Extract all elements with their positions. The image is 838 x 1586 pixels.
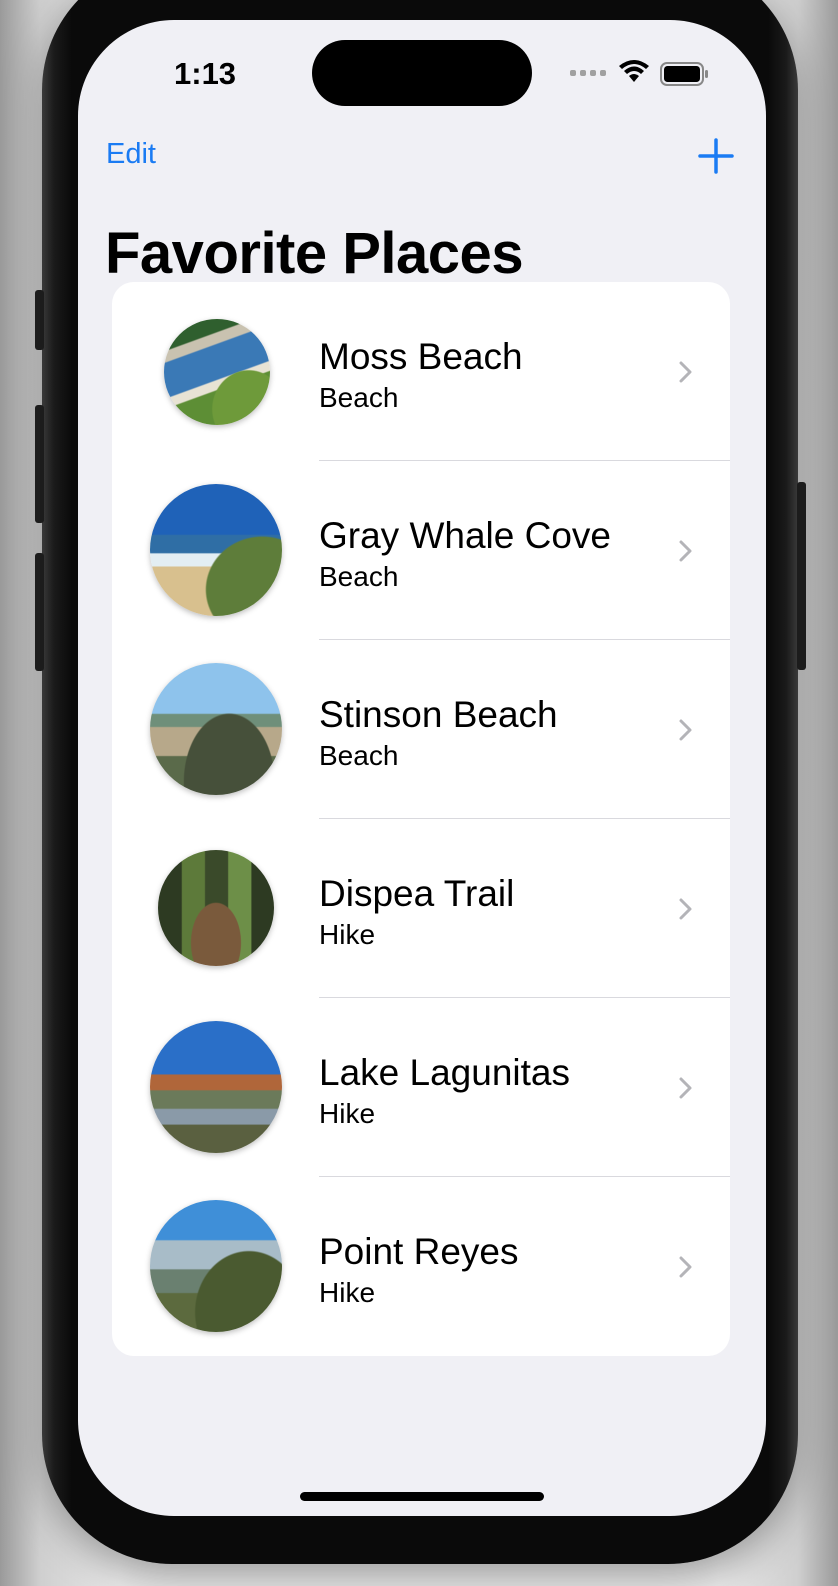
place-photo (150, 1200, 282, 1332)
dynamic-island (312, 40, 532, 106)
page-title: Favorite Places (105, 221, 524, 286)
place-photo (150, 1021, 282, 1153)
place-type: Hike (319, 919, 376, 950)
edit-button[interactable]: Edit (106, 138, 156, 171)
list-item[interactable]: Moss Beach Beach (112, 282, 730, 461)
plus-icon (698, 138, 734, 174)
volume-down-button (35, 553, 44, 671)
chevron-right-icon (679, 1256, 692, 1278)
place-name: Point Reyes (319, 1231, 519, 1272)
place-name: Stinson Beach (319, 694, 558, 735)
status-time: 1:13 (174, 56, 237, 91)
silent-switch (35, 290, 44, 350)
volume-up-button (35, 405, 44, 523)
power-button (797, 482, 806, 670)
place-name: Dispea Trail (319, 873, 515, 914)
home-indicator[interactable] (300, 1492, 544, 1501)
place-name: Lake Lagunitas (319, 1052, 570, 1093)
screen: 1:13 Edit Favorite Places Moss Beach Bea… (78, 20, 766, 1516)
list-item[interactable]: Gray Whale Cove Beach (112, 461, 730, 640)
place-type: Beach (319, 740, 399, 771)
chevron-right-icon (679, 719, 692, 741)
place-type: Beach (319, 382, 399, 413)
place-photo (164, 319, 270, 425)
cellular-icon (570, 70, 606, 76)
chevron-right-icon (679, 1077, 692, 1099)
place-photo (150, 484, 282, 616)
list-item[interactable]: Point Reyes Hike (112, 1177, 730, 1356)
place-type: Hike (319, 1098, 376, 1129)
status-icons (570, 58, 710, 88)
add-button[interactable] (696, 136, 736, 176)
place-name: Gray Whale Cove (319, 515, 611, 556)
list-item[interactable]: Dispea Trail Hike (112, 819, 730, 998)
chevron-right-icon (679, 361, 692, 383)
place-name: Moss Beach (319, 336, 523, 377)
list-item[interactable]: Lake Lagunitas Hike (112, 998, 730, 1177)
place-photo (158, 850, 274, 966)
wifi-icon (619, 60, 649, 82)
chevron-right-icon (679, 898, 692, 920)
place-type: Hike (319, 1277, 376, 1308)
places-list: Moss Beach Beach Gray Whale Cove Beach S… (112, 282, 730, 1356)
chevron-right-icon (679, 540, 692, 562)
battery-icon (660, 62, 708, 86)
place-photo (150, 663, 282, 795)
list-item[interactable]: Stinson Beach Beach (112, 640, 730, 819)
place-type: Beach (319, 561, 399, 592)
